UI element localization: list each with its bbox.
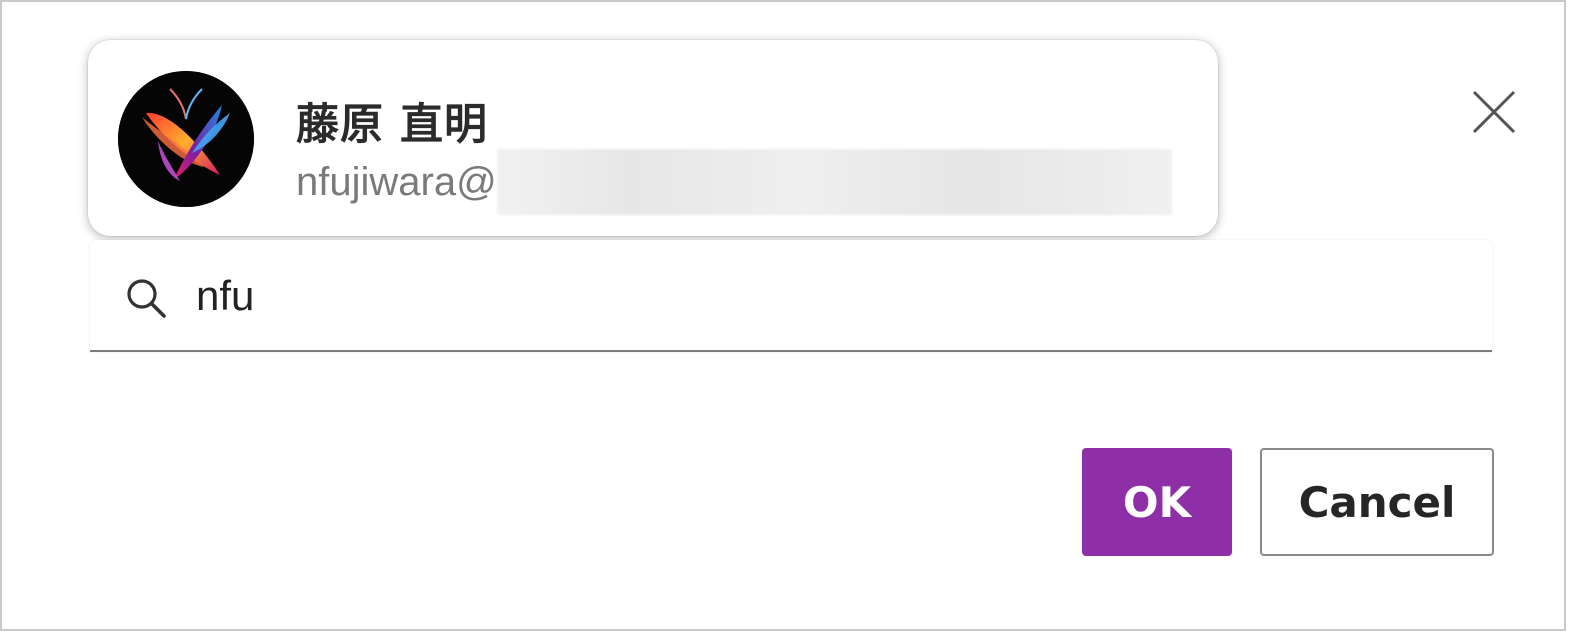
avatar (118, 71, 254, 207)
person-email: nfujiwara@ (296, 159, 497, 204)
people-picker-dialog: 藤原 直明 nfujiwara@ OK Cancel (0, 0, 1566, 631)
email-redacted-area (496, 149, 1172, 215)
person-name: 藤原 直明 (296, 100, 488, 150)
close-icon (1472, 90, 1516, 134)
ok-button[interactable]: OK (1082, 448, 1232, 556)
search-box[interactable] (90, 240, 1492, 352)
search-input[interactable] (196, 266, 1456, 326)
search-icon (127, 279, 166, 318)
close-button[interactable] (1468, 86, 1520, 138)
person-suggestion[interactable]: 藤原 直明 nfujiwara@ (88, 40, 1218, 236)
avatar-image (118, 71, 254, 207)
cancel-button[interactable]: Cancel (1260, 448, 1494, 556)
person-email-row: nfujiwara@ (296, 149, 1172, 215)
